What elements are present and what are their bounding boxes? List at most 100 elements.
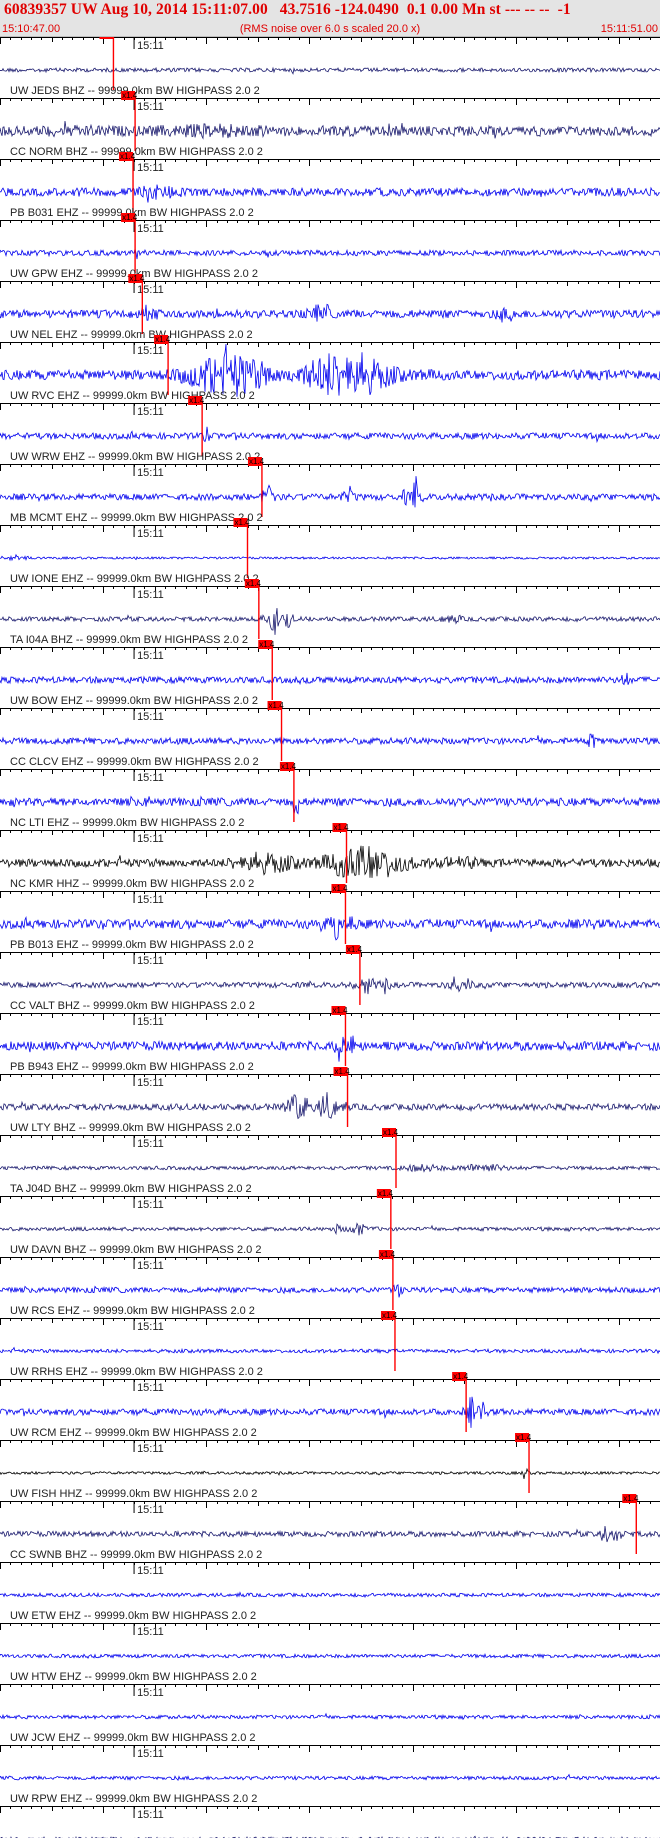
trace-row: 15:11 x1.4 PB B943 EHZ -- 99999.0km BW HIG…: [0, 1006, 660, 1073]
waveform: [0, 303, 660, 323]
trace-row: 15:11 x1.4 UW BOW EHZ -- 99999.0km BW HIGH…: [0, 640, 660, 707]
pick-label: x1.4: [120, 152, 136, 161]
waveform: [0, 1222, 660, 1236]
trace-row: 15:11 x1.4 NC KMR HHZ -- 99999.0km BW HIGH…: [0, 823, 660, 890]
trace-row: 15:11x1.4UW GPW EHZ -- 99999.0km BW HIGH…: [0, 213, 660, 280]
waveform: [0, 66, 660, 75]
station-label: UW RVC EHZ -- 99999.0km BW HIGHPASS 2.0 …: [10, 390, 255, 402]
waveform: [0, 1653, 660, 1660]
station-label: UW DAVN BHZ -- 99999.0km BW HIGHPASS 2.0…: [10, 1244, 261, 1256]
waveform: [0, 1525, 660, 1543]
minute-label: 15:11: [137, 1687, 164, 1699]
minute-label: 15:11: [137, 345, 164, 357]
waveform: [0, 1092, 660, 1120]
minute-label: 15:11: [137, 1260, 164, 1272]
station-label: UW FISH HHZ -- 99999.0km BW HIGHPASS 2.0…: [10, 1488, 257, 1500]
trace-row: 15:11 UW RPW EHZ -- 99999.0km BW HIGHPASS…: [0, 1745, 660, 1805]
pick-label: x1.4: [155, 335, 171, 344]
minute-label: 15:11: [137, 1443, 164, 1455]
waveform: [0, 845, 660, 878]
minute-label: 15:11: [137, 467, 164, 479]
pick-label: x1.4: [380, 1250, 396, 1259]
waveform: [0, 1035, 660, 1062]
waveform: [0, 608, 660, 635]
station-label: UW RPW EHZ -- 99999.0km BW HIGHPASS 2.0 …: [10, 1793, 257, 1805]
rms-noise-note: (RMS noise over 6.0 s scaled 20.0 x): [239, 23, 421, 35]
waveform: [0, 976, 660, 995]
pick-label: x1.4: [332, 884, 348, 893]
pick-label: x1.4: [122, 213, 138, 222]
station-label: UW RRHS EHZ -- 99999.0km BW HIGHPASS 2.0…: [10, 1366, 263, 1378]
minute-label: 15:11: [137, 833, 164, 845]
pick-label: x1.4: [259, 640, 275, 649]
station-label: CC SWNB BHZ -- 99999.0km BW HIGHPASS 2.0…: [10, 1549, 262, 1561]
pick-label: x1.4: [516, 1433, 532, 1442]
waveform: [0, 1467, 660, 1479]
station-label: UW LTY BHZ -- 99999.0km BW HIGHPASS 2.0 …: [10, 1122, 251, 1134]
pick-label: x1.4: [335, 1067, 351, 1076]
waveform: [0, 1396, 660, 1428]
pick-label: x1.4: [382, 1311, 398, 1320]
station-label: UW JCW EHZ -- 99999.0km BW HIGHPASS 2.0 …: [10, 1732, 256, 1744]
minute-label: 15:11: [137, 650, 164, 662]
event-title: 60839357 UW Aug 10, 2014 15:11:07.00 43.…: [4, 1, 571, 18]
station-label: PB B943 EHZ -- 99999.0km BW HIGHPASS 2.0…: [10, 1061, 254, 1073]
waveform: [0, 733, 660, 748]
station-label: UW IONE EHZ -- 99999.0km BW HIGHPASS 2.0…: [10, 573, 259, 585]
trace-row: 15:11x1.4 UW RVC EHZ -- 99999.0km BW HIGH…: [0, 335, 660, 402]
trace-row: 15:11 x1.4 CC VALT BHZ -- 99999.0km BW HIG…: [0, 945, 660, 1012]
minute-label: 15:11: [137, 894, 164, 906]
trace-row: 15:11x1.4UW WRW EHZ -- 99999.0km BW HIGH…: [0, 396, 660, 463]
minute-label: 15:11: [137, 1016, 164, 1028]
trace-row: 15:11x1.4PB B031 EHZ -- 99999.0km BW HIG…: [0, 152, 660, 219]
waveform: [0, 476, 660, 508]
minute-label: 15:11: [137, 40, 164, 52]
waveform: [0, 916, 660, 941]
minute-label: 15:11: [137, 1626, 164, 1638]
pick-label: x1.4: [383, 1128, 399, 1137]
pick-label: x1.4: [129, 274, 145, 283]
pick-label: x1.4: [246, 579, 262, 588]
waveform: [0, 1773, 660, 1782]
pick-label: x1.4: [122, 91, 138, 100]
station-label: UW ETW EHZ -- 99999.0km BW HIGHPASS 2.0 …: [10, 1610, 256, 1622]
trace-row: 15:11x1.4UW JEDS BHZ -- 99999.0km BW HIG…: [0, 37, 660, 97]
trace-row: 15:11 UW ETW EHZ -- 99999.0km BW HIGHPASS…: [0, 1562, 660, 1622]
minute-label: 15:11: [137, 1504, 164, 1516]
pick-label: x1.4: [249, 457, 265, 466]
station-label: UW RCS EHZ -- 99999.0km BW HIGHPASS 2.0 …: [10, 1305, 255, 1317]
pick-label: x1.4: [235, 518, 251, 527]
trace-row: 15:11 x1.4 TA I04A BHZ -- 99999.0km BW HIG…: [0, 579, 660, 646]
pick-label: x1.4: [100, 37, 116, 39]
pick-label: x1.4: [334, 823, 350, 832]
trace-row: 15:11 UW JCW EHZ -- 99999.0km BW HIGHPASS…: [0, 1684, 660, 1744]
minute-label: 15:11: [137, 1199, 164, 1211]
trace-row: 15:11 x1.4 UW DAVN BHZ -- 99999.0km BW HIG…: [0, 1189, 660, 1256]
minute-label: 15:11: [137, 772, 164, 784]
waveform: [0, 795, 660, 815]
minute-label: 15:11: [137, 1138, 164, 1150]
waveform: [0, 1284, 660, 1298]
trace-row: 15:11 x1.4 UW RRHS EHZ -- 99999.0km BW HIG…: [0, 1311, 660, 1378]
minute-label: 15:11: [137, 101, 164, 113]
minute-label: 15:11: [137, 589, 164, 601]
minute-label: 15:11: [137, 406, 164, 418]
minute-label: 15:11: [137, 284, 164, 296]
station-label: MB MCMT EHZ -- 99999.0km BW HIGHPASS 2.0…: [10, 512, 263, 524]
minute-label: 15:11: [137, 162, 164, 174]
station-label: CC VALT BHZ -- 99999.0km BW HIGHPASS 2.0…: [10, 1000, 255, 1012]
seismogram-panel: 15:11x1.4UW JEDS BHZ -- 99999.0km BW HIG…: [0, 37, 660, 1838]
trace-row: 15:11x1.4UW IONE EHZ -- 99999.0km BW HIG…: [0, 518, 660, 585]
station-label: CC CLCV EHZ -- 99999.0km BW HIGHPASS 2.0…: [10, 756, 259, 768]
waveform: [0, 1346, 660, 1355]
station-label: PB B013 EHZ -- 99999.0km BW HIGHPASS 2.0…: [10, 939, 254, 951]
pick-label: x1.4: [378, 1189, 394, 1198]
pick-label: x1.4: [269, 701, 285, 710]
waveform: [0, 1163, 660, 1173]
station-label: UW RCM EHZ -- 99999.0km BW HIGHPASS 2.0 …: [10, 1427, 257, 1439]
trace-row: 15:11 x1.4 UW RCM EHZ -- 99999.0km BW HIGH…: [0, 1372, 660, 1439]
station-label: UW BOW EHZ -- 99999.0km BW HIGHPASS 2.0 …: [10, 695, 258, 707]
trace-row: 15:11 x1.4 NC LTI EHZ -- 99999.0km BW HIGH…: [0, 762, 660, 829]
station-label: NC LTI EHZ -- 99999.0km BW HIGHPASS 2.0 …: [10, 817, 244, 829]
waveform: [0, 1591, 660, 1598]
